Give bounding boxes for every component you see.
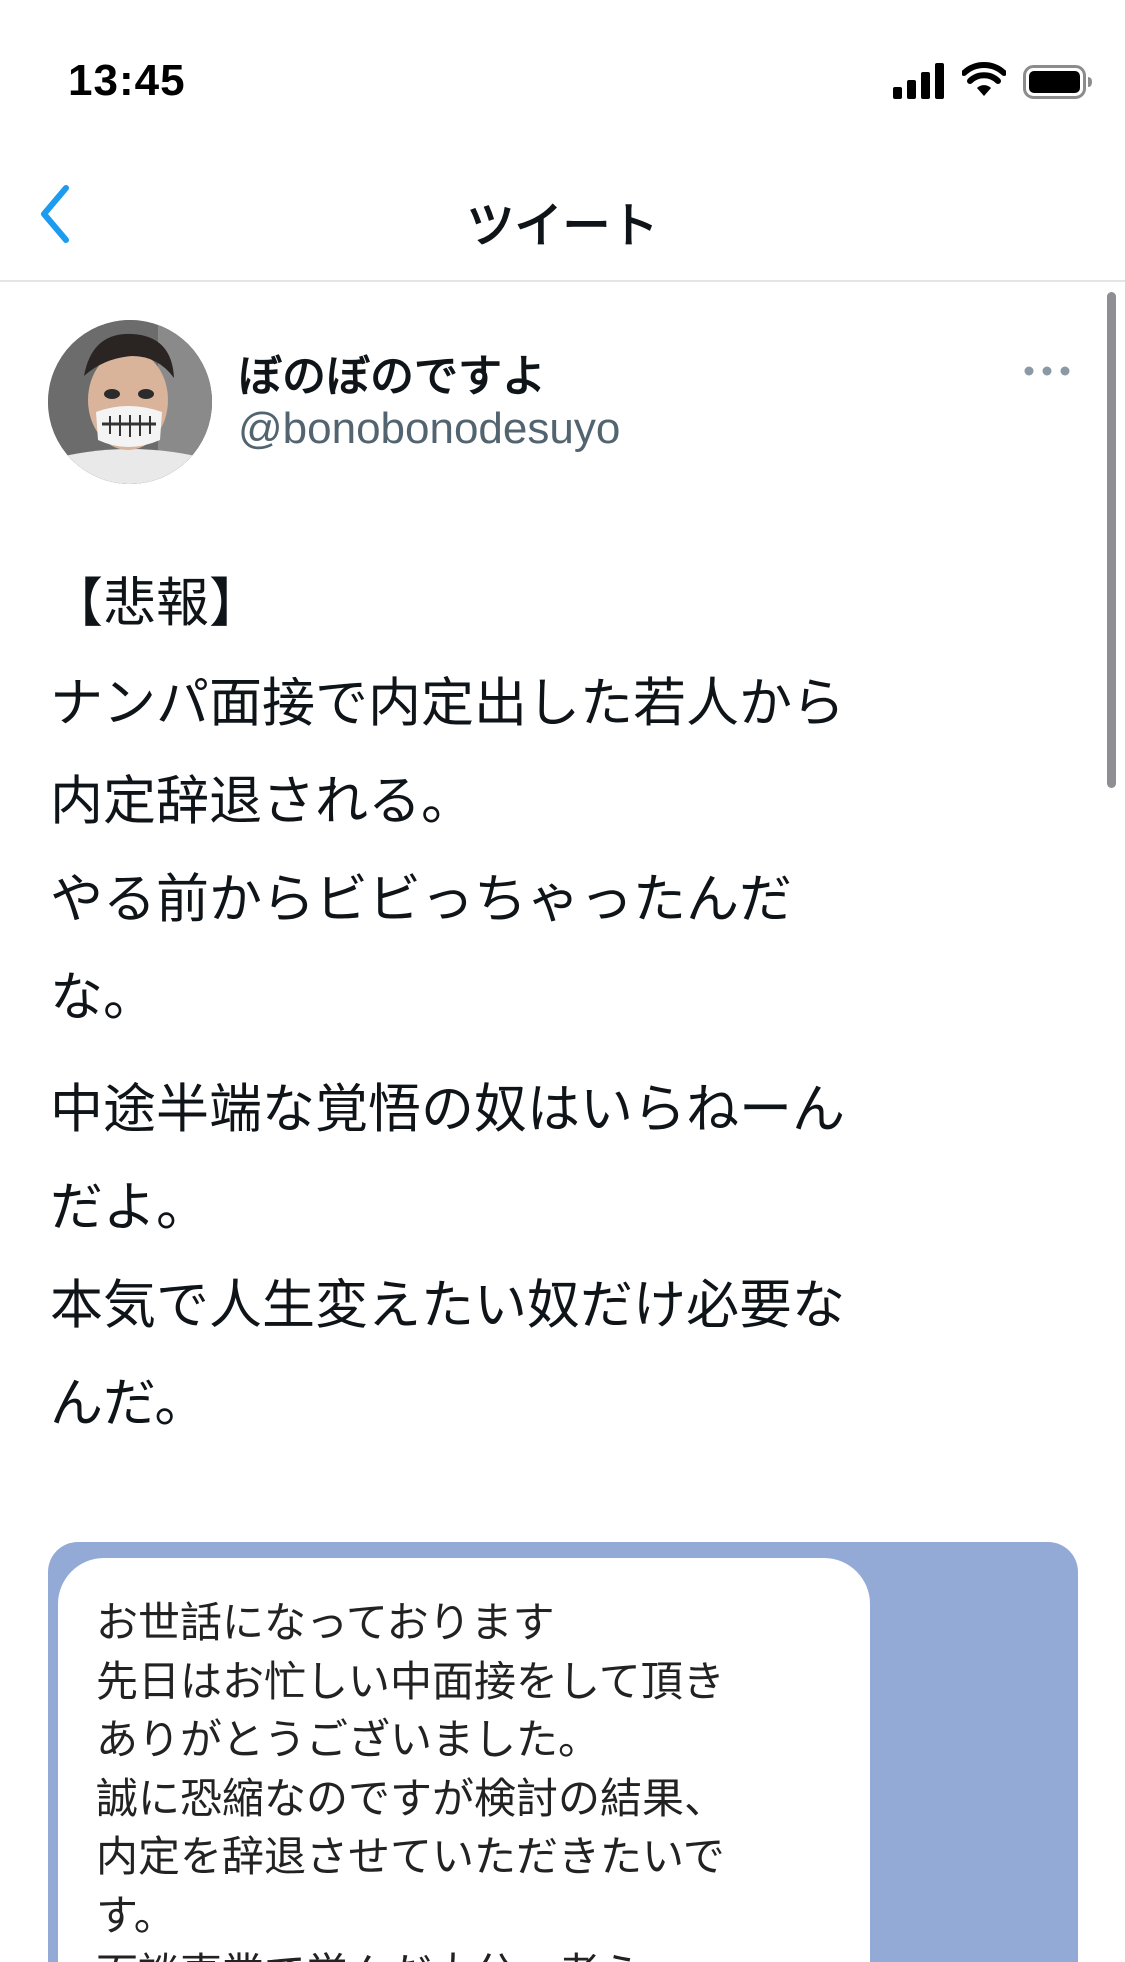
display-name[interactable]: ぼのぼのですよ <box>238 340 546 404</box>
more-horizontal-icon <box>1024 366 1070 376</box>
tweet-paragraph: 中途半端な覚悟の奴はいらねーん だよ。 本気で人生変えたい奴だけ必要な んだ。 <box>50 1079 845 1434</box>
signal-icon <box>893 63 944 99</box>
status-bar: 13:45 <box>0 0 1125 150</box>
more-button[interactable] <box>1020 356 1076 386</box>
tweet-paragraph: 【悲報】 <box>50 573 262 634</box>
nav-header: ツイート <box>0 150 1125 282</box>
tweet-paragraph: ナンパ面接で内定出した若人から 内定辞退される。 やる前からビビっちゃったんだ … <box>50 673 845 1028</box>
wifi-icon <box>962 62 1006 96</box>
scrollbar-thumb[interactable] <box>1107 292 1116 788</box>
battery-icon <box>1023 65 1092 99</box>
avatar[interactable] <box>48 320 212 484</box>
tweet-media-image[interactable]: お世話になっております 先日はお忙しい中面接をして頂き ありがとうございました。… <box>48 1542 1078 1962</box>
page-title: ツイート <box>466 198 659 254</box>
chat-bubble: お世話になっております 先日はお忙しい中面接をして頂き ありがとうございました。… <box>58 1558 870 1962</box>
status-time: 13:45 <box>68 56 186 105</box>
chat-message-text: お世話になっております 先日はお忙しい中面接をして頂き ありがとうございました。… <box>96 1598 727 1962</box>
avatar-photo <box>48 320 212 484</box>
username[interactable]: @bonobonodesuyo <box>238 404 620 454</box>
tweet-text: 【悲報】 ナンパ面接で内定出した若人から 内定辞退される。 やる前からビビっちゃ… <box>50 555 1050 1453</box>
